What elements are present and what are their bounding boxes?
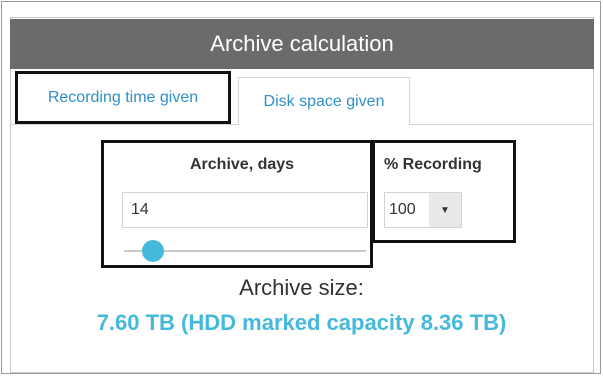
- tab-label: Disk space given: [263, 92, 385, 110]
- tab-label: Recording time given: [47, 88, 199, 106]
- archive-size-label: Archive size:: [239, 275, 364, 300]
- archive-days-value: 14: [131, 201, 149, 218]
- panel-title: Archive calculation: [210, 31, 394, 56]
- archive-days-input[interactable]: 14: [122, 192, 368, 228]
- archive-size-value: 7.60 TB (HDD marked capacity 8.36 TB): [96, 310, 507, 335]
- chevron-down-icon[interactable]: ▼: [429, 193, 461, 227]
- tab-recording-time-given[interactable]: Recording time given: [15, 71, 231, 124]
- archive-days-label: Archive, days: [190, 156, 295, 173]
- recording-percent-value: 100: [389, 201, 416, 218]
- recording-percent-select[interactable]: 100 ▼: [384, 192, 462, 228]
- tab-disk-space-given[interactable]: Disk space given: [238, 77, 410, 125]
- panel-header: Archive calculation: [10, 19, 594, 69]
- archive-days-slider-thumb[interactable]: [142, 240, 164, 262]
- recording-percent-label: % Recording: [384, 156, 482, 173]
